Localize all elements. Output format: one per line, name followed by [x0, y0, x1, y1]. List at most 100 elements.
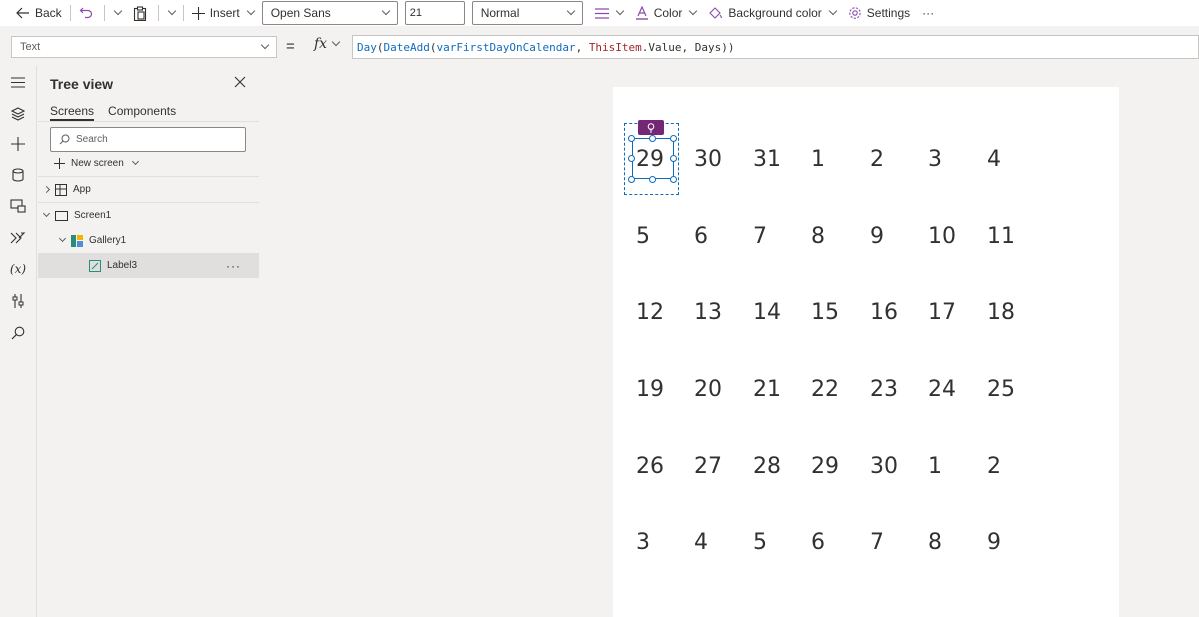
calendar-day-label[interactable]: 16	[870, 292, 928, 332]
calendar-day-label[interactable]: 8	[811, 216, 869, 256]
calendar-day-label[interactable]: 17	[928, 292, 986, 332]
label3-selection[interactable]	[632, 138, 674, 179]
paste-button[interactable]	[127, 1, 181, 25]
insert-label: Insert	[209, 6, 240, 20]
calendar-day-label[interactable]: 1	[811, 139, 869, 179]
calendar-day-label[interactable]: 4	[987, 139, 1045, 179]
calendar-day-label[interactable]: 29	[811, 446, 869, 486]
resize-handle[interactable]	[670, 155, 677, 162]
color-button[interactable]: Color	[629, 1, 703, 25]
tree-node-app[interactable]: App	[38, 177, 259, 202]
settings-button[interactable]: Settings	[842, 1, 916, 25]
calendar-day-label[interactable]: 24	[928, 369, 986, 409]
undo-button[interactable]	[73, 1, 127, 25]
calendar-day-label[interactable]: 6	[811, 522, 869, 562]
calendar-day-label[interactable]: 31	[753, 139, 811, 179]
tree-node-label: App	[73, 184, 91, 195]
calendar-day-label[interactable]: 19	[636, 369, 694, 409]
calendar-day-label[interactable]: 5	[753, 522, 811, 562]
calendar-day-label[interactable]: 13	[694, 292, 752, 332]
tree-node-label3[interactable]: Label3 ···	[38, 253, 259, 278]
power-automate-icon[interactable]	[8, 228, 28, 248]
chevron-right-icon[interactable]	[42, 185, 51, 194]
calendar-day-label[interactable]: 2	[987, 446, 1045, 486]
calendar-day-label[interactable]: 2	[870, 139, 928, 179]
chevron-down-icon[interactable]	[113, 6, 122, 16]
calendar-day-label[interactable]: 1	[928, 446, 986, 486]
resize-handle[interactable]	[670, 176, 677, 183]
calendar-day-label[interactable]: 30	[870, 446, 928, 486]
search-input[interactable]: Search	[50, 127, 246, 152]
layers-icon[interactable]	[8, 104, 28, 124]
media-icon[interactable]	[8, 196, 28, 216]
chevron-down-icon[interactable]	[42, 209, 51, 218]
function-button[interactable]: fx	[314, 36, 341, 52]
calendar-day-label[interactable]: 26	[636, 446, 694, 486]
tree-node-gallery1[interactable]: Gallery1	[38, 228, 259, 253]
background-color-button[interactable]: Background color	[702, 1, 841, 25]
calendar-day-label[interactable]: 12	[636, 292, 694, 332]
left-rail: (x)	[0, 66, 37, 617]
chevron-down-icon[interactable]	[167, 6, 176, 16]
back-button[interactable]: Back	[10, 1, 68, 25]
variables-icon[interactable]: (x)	[8, 259, 28, 279]
tree-node-screen1[interactable]: Screen1	[38, 203, 259, 228]
property-select[interactable]: Text	[11, 36, 277, 58]
calendar-day-label[interactable]: 11	[987, 216, 1045, 256]
font-weight-select[interactable]: Normal	[471, 1, 583, 25]
tree-view-title: Tree view	[50, 76, 114, 92]
calendar-day-label[interactable]: 23	[870, 369, 928, 409]
chevron-down-icon	[615, 6, 624, 16]
calendar-day-label[interactable]: 6	[694, 216, 752, 256]
divider	[103, 5, 105, 21]
chevron-down-icon[interactable]	[58, 234, 67, 243]
calendar-day-label[interactable]: 5	[636, 216, 694, 256]
formula-token: ThisItem	[588, 40, 642, 54]
insert-button[interactable]: Insert	[186, 1, 260, 25]
resize-handle[interactable]	[628, 155, 635, 162]
calendar-day-label[interactable]: 27	[694, 446, 752, 486]
divider	[182, 5, 184, 21]
calendar-day-label[interactable]: 8	[928, 522, 986, 562]
insert-icon[interactable]	[8, 134, 28, 154]
calendar-day-label[interactable]: 18	[987, 292, 1045, 332]
more-button[interactable]: ···	[916, 1, 940, 25]
calendar-day-label[interactable]: 3	[636, 522, 694, 562]
arrow-left-icon	[16, 7, 29, 19]
calendar-day-label[interactable]: 14	[753, 292, 811, 332]
calendar-day-label[interactable]: 3	[928, 139, 986, 179]
calendar-day-label[interactable]: 22	[811, 369, 869, 409]
calendar-day-label[interactable]: 7	[870, 522, 928, 562]
calendar-day-label[interactable]: 4	[694, 522, 752, 562]
font-size-input[interactable]: 21	[404, 1, 465, 25]
calendar-day-label[interactable]: 20	[694, 369, 752, 409]
more-options-button[interactable]: ···	[226, 259, 241, 273]
calendar-day-label[interactable]: 25	[987, 369, 1045, 409]
resize-handle[interactable]	[670, 135, 677, 142]
new-screen-button[interactable]: New screen	[54, 155, 139, 171]
search-icon[interactable]	[8, 323, 28, 343]
resize-handle[interactable]	[628, 176, 635, 183]
calendar-day-label[interactable]: 10	[928, 216, 986, 256]
advanced-tools-icon[interactable]	[8, 291, 28, 311]
calendar-day-label[interactable]: 28	[753, 446, 811, 486]
calendar-day-label[interactable]: 7	[753, 216, 811, 256]
search-icon	[59, 134, 70, 145]
data-icon[interactable]	[8, 165, 28, 185]
resize-handle[interactable]	[628, 135, 635, 142]
font-family-select[interactable]: Open Sans	[261, 1, 398, 25]
resize-handle[interactable]	[649, 135, 656, 142]
calendar-day-label[interactable]: 15	[811, 292, 869, 332]
calendar-day-label[interactable]: 30	[694, 139, 752, 179]
hamburger-menu-icon[interactable]	[8, 72, 28, 92]
calendar-day-label[interactable]: 9	[870, 216, 928, 256]
align-button[interactable]	[589, 1, 629, 25]
tab-screens[interactable]: Screens	[50, 104, 95, 121]
tab-components[interactable]: Components	[108, 104, 176, 121]
calendar-day-label[interactable]: 9	[987, 522, 1045, 562]
calendar-day-label[interactable]: 21	[753, 369, 811, 409]
close-icon[interactable]	[234, 76, 246, 88]
ideas-badge[interactable]	[638, 120, 664, 135]
resize-handle[interactable]	[649, 176, 656, 183]
formula-input[interactable]: Day(DateAdd(varFirstDayOnCalendar, ThisI…	[352, 35, 1199, 59]
